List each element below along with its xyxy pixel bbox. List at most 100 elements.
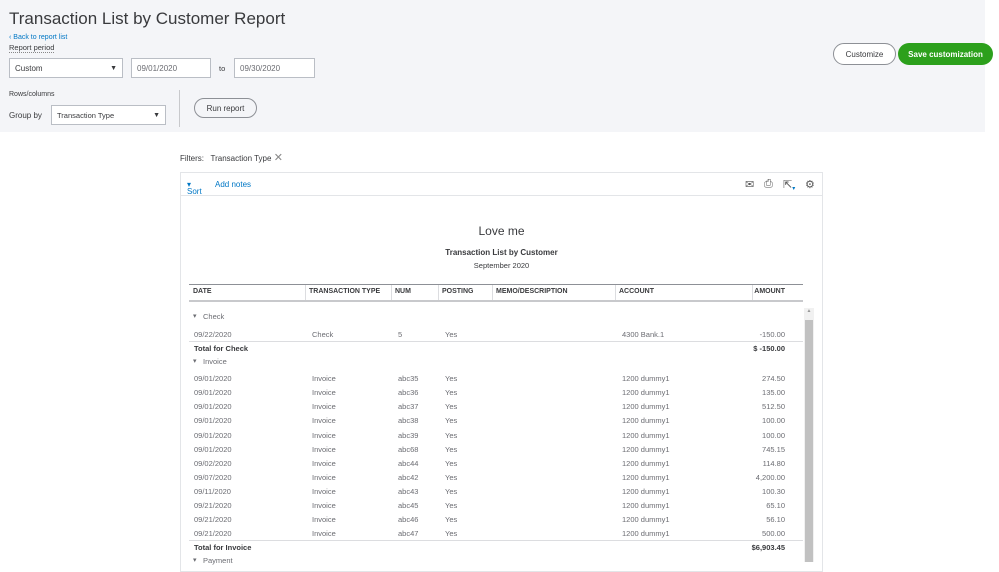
table-cell: Invoice bbox=[312, 416, 336, 426]
table-cell: 09/21/2020 bbox=[194, 529, 232, 539]
table-cell: Invoice bbox=[312, 444, 336, 454]
group-total-label: Total for Invoice bbox=[194, 543, 252, 553]
save-customization-button[interactable]: Save customization bbox=[898, 43, 993, 65]
table-cell: 09/01/2020 bbox=[194, 402, 232, 412]
table-cell: 09/02/2020 bbox=[194, 458, 232, 468]
run-report-button[interactable]: Run report bbox=[194, 98, 257, 118]
table-cell: 1200 dummy1 bbox=[622, 402, 670, 412]
start-date-input[interactable]: 09/01/2020 bbox=[131, 58, 211, 78]
table-cell: 1200 dummy1 bbox=[622, 501, 670, 510]
table-cell: 5 bbox=[398, 330, 403, 339]
table-cell: Yes bbox=[445, 374, 458, 384]
table-cell: abc46 bbox=[398, 515, 419, 525]
table-cell: Invoice bbox=[312, 430, 336, 440]
chevron-down-icon[interactable]: ▾ bbox=[193, 312, 197, 320]
table-cell: Invoice bbox=[312, 486, 336, 496]
column-header[interactable]: MEMO/DESCRIPTION bbox=[496, 288, 568, 295]
table-cell: 100.30 bbox=[762, 486, 785, 496]
table-cell: 1200 dummy1 bbox=[622, 374, 670, 384]
table-cell: 1200 dummy1 bbox=[622, 388, 670, 398]
close-icon[interactable]: ✕ bbox=[274, 152, 283, 164]
report-period-select[interactable]: Custom ▼ bbox=[9, 58, 123, 78]
table-cell: -150.00 bbox=[759, 330, 785, 339]
table-cell: Invoice bbox=[312, 472, 336, 482]
column-separator bbox=[752, 285, 753, 300]
gear-icon[interactable]: ⚙ bbox=[805, 178, 815, 191]
table-cell: Yes bbox=[445, 529, 458, 539]
group-total-label: Total for Check bbox=[194, 344, 249, 354]
customize-button[interactable]: Customize bbox=[833, 43, 896, 65]
table-cell: 1200 dummy1 bbox=[622, 515, 670, 525]
column-header[interactable]: DATE bbox=[193, 288, 212, 295]
filter-chip: Transaction Type bbox=[210, 154, 272, 163]
scrollbar[interactable]: ▲ bbox=[804, 308, 814, 562]
group-header[interactable]: Invoice bbox=[203, 357, 227, 366]
report-toolbar: Sort ▾ Add notes ✉ ⎙ ⇱ ▾ ⚙ bbox=[181, 173, 822, 196]
filters-label: Filters: bbox=[180, 154, 204, 163]
table-cell: abc35 bbox=[398, 374, 419, 384]
table-cell: 1200 dummy1 bbox=[622, 529, 670, 539]
column-header[interactable]: ACCOUNT bbox=[619, 288, 654, 295]
table-cell: abc68 bbox=[398, 444, 419, 454]
end-date-input[interactable]: 09/30/2020 bbox=[234, 58, 315, 78]
table-cell: 1200 dummy1 bbox=[622, 486, 670, 496]
table-cell: 09/22/2020 bbox=[194, 330, 232, 339]
table-cell: 512.50 bbox=[762, 402, 785, 412]
table-cell: abc37 bbox=[398, 402, 419, 412]
table-cell: Invoice bbox=[312, 529, 336, 539]
export-icon[interactable]: ⇱ ▾ bbox=[783, 178, 795, 192]
divider bbox=[189, 540, 803, 542]
table-cell: Yes bbox=[445, 388, 458, 398]
group-total-amount: $ -150.00 bbox=[753, 344, 785, 354]
table-cell: Check bbox=[312, 330, 334, 339]
to-label: to bbox=[219, 64, 226, 73]
table-cell: Yes bbox=[445, 444, 458, 454]
table-cell: 114.80 bbox=[762, 458, 785, 468]
group-total-amount: $6,903.45 bbox=[751, 543, 785, 553]
table-cell: 56.10 bbox=[766, 515, 785, 525]
rows-columns-label: Rows/columns bbox=[9, 91, 55, 98]
table-cell: 1200 dummy1 bbox=[622, 416, 670, 426]
group-header[interactable]: Payment bbox=[203, 556, 233, 565]
table-cell: Invoice bbox=[312, 501, 336, 510]
group-by-select[interactable]: Transaction Type ▼ bbox=[51, 105, 166, 125]
table-cell: 274.50 bbox=[762, 374, 785, 384]
table-cell: 100.00 bbox=[762, 416, 785, 426]
table-cell: 09/07/2020 bbox=[194, 472, 232, 482]
chevron-down-icon[interactable]: ▾ bbox=[193, 357, 197, 365]
divider bbox=[189, 284, 803, 285]
table-cell: 1200 dummy1 bbox=[622, 444, 670, 454]
scrollbar-thumb[interactable] bbox=[805, 320, 813, 562]
table-cell: 135.00 bbox=[762, 388, 785, 398]
column-separator bbox=[391, 285, 392, 300]
chevron-down-icon[interactable]: ▾ bbox=[193, 556, 197, 564]
report-period-label: Report period bbox=[9, 43, 55, 53]
chevron-down-icon: ▼ bbox=[153, 111, 160, 119]
table-cell: Invoice bbox=[312, 458, 336, 468]
group-header[interactable]: Check bbox=[203, 312, 224, 321]
divider bbox=[189, 341, 803, 343]
report-period: September 2020 bbox=[473, 261, 530, 270]
table-cell: Invoice bbox=[312, 374, 336, 384]
group-by-label: Group by bbox=[9, 111, 42, 120]
add-notes-link[interactable]: Add notes bbox=[215, 180, 251, 189]
table-cell: Yes bbox=[445, 430, 458, 440]
sort-dropdown[interactable]: Sort ▾ bbox=[187, 180, 202, 196]
table-cell: abc39 bbox=[398, 430, 419, 440]
divider bbox=[189, 300, 803, 302]
company-name: Love me bbox=[478, 224, 525, 238]
table-cell: 1200 dummy1 bbox=[622, 458, 670, 468]
print-icon[interactable]: ⎙ bbox=[764, 178, 773, 191]
column-separator bbox=[492, 285, 493, 300]
column-header[interactable]: POSTING bbox=[442, 288, 474, 295]
table-cell: 09/01/2020 bbox=[194, 374, 232, 384]
table-cell: Yes bbox=[445, 402, 458, 412]
back-to-report-list-link[interactable]: ‹ Back to report list bbox=[9, 34, 67, 41]
table-cell: 4,200.00 bbox=[755, 472, 785, 482]
email-icon[interactable]: ✉ bbox=[745, 178, 754, 191]
column-header[interactable]: NUM bbox=[395, 288, 411, 295]
report-header: Transaction List by Customer Report ‹ Ba… bbox=[0, 0, 993, 132]
table-cell: Invoice bbox=[312, 388, 336, 398]
column-header[interactable]: AMOUNT bbox=[754, 288, 785, 295]
column-header[interactable]: TRANSACTION TYPE bbox=[309, 288, 380, 295]
